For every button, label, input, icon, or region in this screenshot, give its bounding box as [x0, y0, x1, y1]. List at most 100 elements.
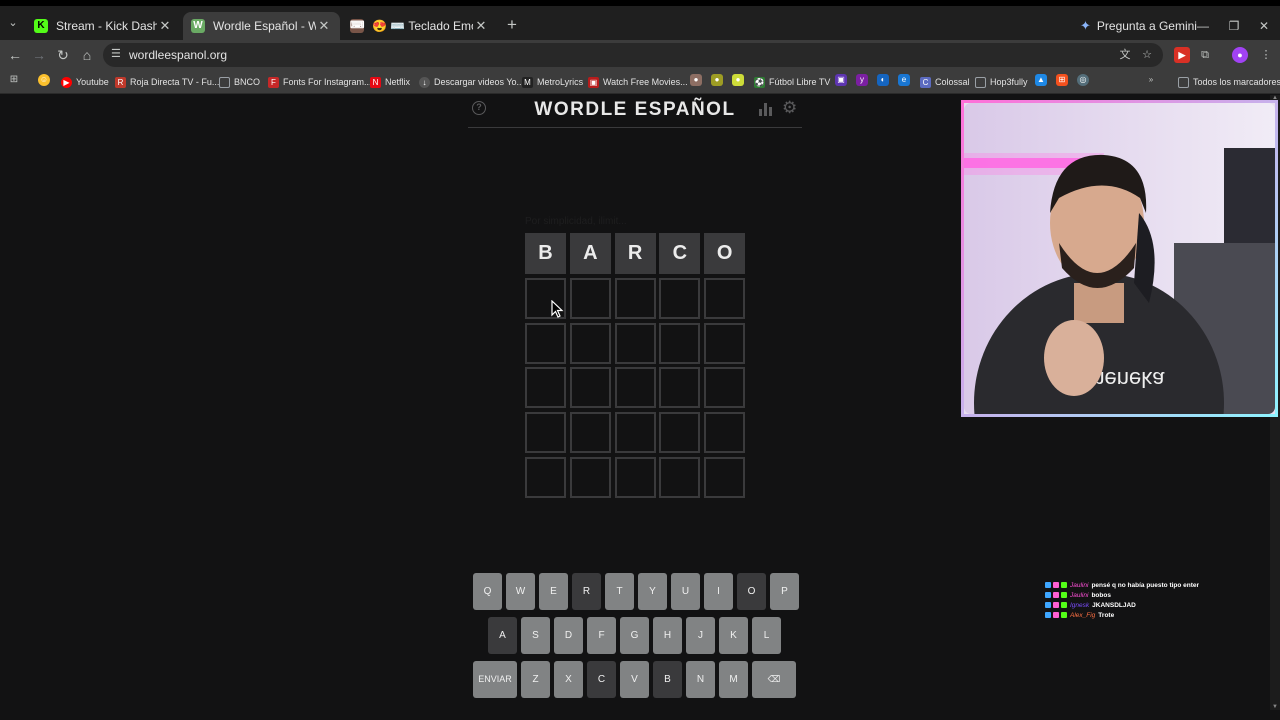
bookmark-youtube[interactable]: ▶ Youtube [61, 74, 109, 90]
bookmark-icon-4[interactable]: ▣ [835, 74, 847, 86]
key-f[interactable]: F [587, 617, 616, 654]
chat-username: Alex_Fig [1070, 611, 1096, 619]
gemini-button[interactable]: ✦ Pregunta a Gemini [1080, 18, 1197, 34]
key-q[interactable]: Q [473, 573, 502, 610]
key-o[interactable]: O [737, 573, 766, 610]
bookmark-hop3fully[interactable]: Hop3fully [975, 74, 1028, 90]
letter-tile [704, 412, 746, 454]
site-info-icon[interactable]: ☰ [111, 47, 121, 60]
kick-icon: K [34, 19, 48, 33]
netflix-icon: N [370, 76, 381, 88]
chat-badges [1045, 602, 1067, 608]
colossal-icon: C [920, 76, 931, 88]
key-h[interactable]: H [653, 617, 682, 654]
url-text: wordleespanol.org [129, 48, 228, 62]
key-w[interactable]: W [506, 573, 535, 610]
forward-arrow-icon[interactable]: → [30, 46, 48, 64]
back-arrow-icon[interactable]: ← [6, 46, 24, 64]
key-b[interactable]: B [653, 661, 682, 698]
letter-tile [704, 322, 746, 364]
bookmark-descargar-videos[interactable]: ↓ Descargar videos Yo... [419, 74, 524, 90]
key-e[interactable]: E [539, 573, 568, 610]
key-r[interactable]: R [572, 573, 601, 610]
key-v[interactable]: V [620, 661, 649, 698]
key-x[interactable]: X [554, 661, 583, 698]
bookmark-colossal[interactable]: C Colossal [920, 74, 970, 90]
chat-badge-icon [1045, 592, 1051, 598]
apps-grid-icon[interactable]: ⊞ [8, 74, 20, 86]
reload-icon[interactable]: ↻ [54, 46, 72, 64]
emoji-bookmark-icon[interactable]: ☺ [38, 74, 50, 86]
all-bookmarks-folder[interactable]: Todos los marcadores [1178, 74, 1280, 90]
windows-icon[interactable]: ⊞ [1056, 74, 1068, 86]
bookmark-label: Watch Free Movies... [603, 77, 688, 87]
key-m[interactable]: M [719, 661, 748, 698]
chat-text: bobos [1091, 591, 1111, 599]
chat-badge-icon [1053, 612, 1059, 618]
bookmark-label: Fútbol Libre TV [769, 77, 831, 87]
stats-chart-icon[interactable] [759, 102, 773, 116]
menu-kebab-icon[interactable]: ⋮ [1258, 47, 1274, 63]
key-p[interactable]: P [770, 573, 799, 610]
key-y[interactable]: Y [638, 573, 667, 610]
letter-tile: O [704, 233, 746, 274]
letter-tile [659, 367, 701, 409]
key-i[interactable]: I [704, 573, 733, 610]
key-s[interactable]: S [521, 617, 550, 654]
bookmark-roja-directa[interactable]: R Roja Directa TV - Fu... [115, 74, 219, 90]
close-tab-icon[interactable]: ✕ [316, 18, 332, 34]
tab-wordle[interactable]: W Wordle Español - Wordle ilimita ✕ [183, 12, 340, 40]
bookmark-icon-5[interactable]: ◐ [877, 74, 889, 86]
bookmark-futbol-libre[interactable]: ⚽ Fútbol Libre TV [754, 74, 830, 90]
backspace-key-icon[interactable]: ⌫ [752, 661, 796, 698]
bookmark-netflix[interactable]: N Netflix [370, 74, 410, 90]
profile-avatar-icon[interactable]: ● [1232, 47, 1248, 63]
key-g[interactable]: G [620, 617, 649, 654]
tab-emoji-keyboard[interactable]: ⌨ 😍 ⌨️ Teclado Emoji 👍🔥 395 ✕ [342, 12, 497, 40]
new-tab-plus-icon[interactable]: + [503, 16, 521, 34]
enter-key[interactable]: ENVIAR [473, 661, 517, 698]
key-t[interactable]: T [605, 573, 634, 610]
bookmark-icon-2[interactable]: ● [711, 74, 723, 86]
key-c[interactable]: C [587, 661, 616, 698]
bookmark-watch-free-movies[interactable]: ▣ Watch Free Movies... [588, 74, 688, 90]
key-l[interactable]: L [752, 617, 781, 654]
key-j[interactable]: J [686, 617, 715, 654]
key-z[interactable]: Z [521, 661, 550, 698]
bookmark-icon-yahoo[interactable]: y [856, 74, 868, 86]
gear-icon[interactable]: ⚙ [782, 98, 797, 118]
key-n[interactable]: N [686, 661, 715, 698]
bookmark-fonts-instagram[interactable]: F Fonts For Instagram... [268, 74, 372, 90]
gemini-sparkle-icon: ✦ [1080, 18, 1091, 33]
letter-tile [525, 457, 566, 498]
translate-icon[interactable]: 文 [1118, 48, 1132, 62]
restore-icon[interactable]: ❐ [1226, 18, 1242, 34]
bookmark-metrolyrics[interactable]: M MetroLyrics [522, 74, 583, 90]
more-bookmarks-chevron-icon[interactable]: » [1145, 74, 1157, 86]
close-tab-icon[interactable]: ✕ [473, 18, 489, 34]
futbol-icon: ⚽ [754, 76, 765, 88]
tab-search-chevron-icon[interactable]: ⌄ [4, 14, 22, 32]
bookmark-icon-1[interactable]: ● [690, 74, 702, 86]
home-icon[interactable]: ⌂ [78, 46, 96, 64]
bookmark-icon-7[interactable]: ▲ [1035, 74, 1047, 86]
letter-tile [704, 277, 746, 319]
close-tab-icon[interactable]: ✕ [157, 18, 173, 34]
bookmark-bnco[interactable]: BNCO [219, 74, 260, 90]
close-window-icon[interactable]: ✕ [1256, 18, 1272, 34]
bookmark-icon-3[interactable]: ● [732, 74, 744, 86]
key-k[interactable]: K [719, 617, 748, 654]
key-a[interactable]: A [488, 617, 517, 654]
tab-kick-dashboard[interactable]: K Stream - Kick Dashboard ✕ [26, 12, 181, 40]
key-d[interactable]: D [554, 617, 583, 654]
extension-red-icon[interactable]: ▶ [1174, 47, 1190, 63]
address-bar[interactable]: ☰ wordleespanol.org 文 ☆ [103, 43, 1163, 67]
extensions-puzzle-icon[interactable]: ⧉ [1197, 47, 1213, 63]
bookmark-label: Roja Directa TV - Fu... [130, 77, 220, 87]
key-u[interactable]: U [671, 573, 700, 610]
globe-icon[interactable]: ◎ [1077, 74, 1089, 86]
bookmark-star-icon[interactable]: ☆ [1140, 48, 1154, 62]
letter-tile [525, 367, 566, 409]
bookmark-icon-6[interactable]: e [898, 74, 910, 86]
minimize-icon[interactable]: — [1195, 18, 1211, 34]
